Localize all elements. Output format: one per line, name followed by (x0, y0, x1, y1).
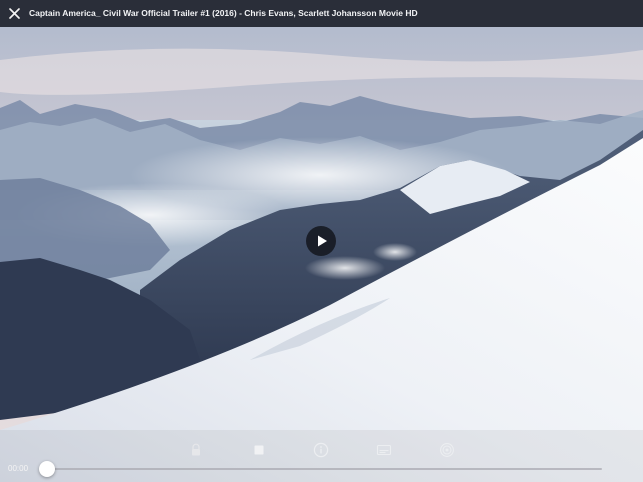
progress-thumb[interactable] (39, 461, 55, 477)
airplay-icon[interactable] (439, 442, 455, 458)
time-elapsed: 00:00 (8, 464, 29, 473)
title-bar: Captain America_ Civil War Official Trai… (0, 0, 643, 27)
subtitles-icon[interactable] (376, 442, 392, 458)
progress-track[interactable] (46, 468, 602, 470)
stop-icon[interactable] (251, 442, 267, 458)
info-icon[interactable] (313, 442, 329, 458)
close-icon[interactable] (6, 5, 23, 22)
lock-icon[interactable] (188, 442, 204, 458)
play-icon (318, 235, 327, 247)
play-button[interactable] (306, 226, 336, 256)
video-player: Captain America_ Civil War Official Trai… (0, 0, 643, 482)
video-title: Captain America_ Civil War Official Trai… (29, 8, 418, 18)
